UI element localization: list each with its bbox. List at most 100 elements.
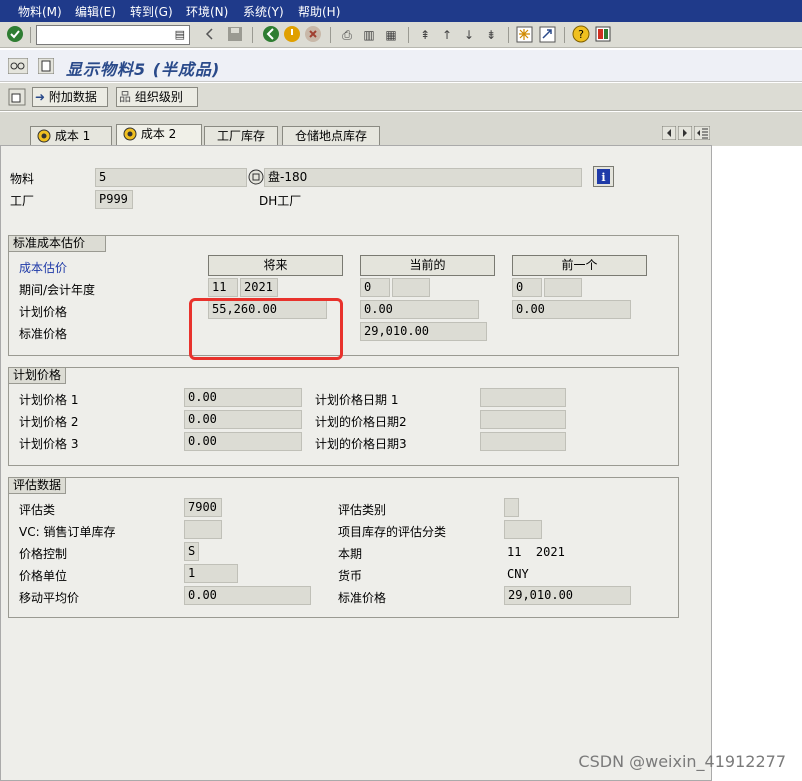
exit-icon[interactable] — [283, 25, 301, 43]
planned-price-label: 计划价格 — [19, 305, 68, 319]
last-page-icon[interactable]: ⇟ — [482, 26, 500, 44]
command-field[interactable]: ▤ — [36, 25, 190, 45]
menu-goto[interactable]: 转到(G) — [130, 3, 173, 20]
tab-scroll-left-icon[interactable] — [662, 126, 676, 140]
collapse-arrow-icon[interactable] — [204, 27, 214, 41]
menu-help[interactable]: 帮助(H) — [298, 3, 340, 20]
price-unit-field[interactable]: 1 — [184, 564, 238, 583]
tab-storage-location-stock-label: 仓储地点库存 — [295, 129, 368, 143]
page-title: 显示物料5 (半成品) — [66, 60, 221, 79]
previous-period-field[interactable]: 0 — [512, 278, 542, 297]
next-page-icon[interactable]: ↓ — [460, 26, 478, 44]
help-icon[interactable]: ? — [572, 25, 590, 43]
planned-price-3-label: 计划价格 3 — [19, 437, 79, 451]
save-icon[interactable] — [226, 25, 244, 43]
back-icon[interactable] — [262, 25, 280, 43]
price-unit-label: 价格单位 — [19, 569, 68, 583]
tab-cost-1-label: 成本 1 — [54, 129, 91, 143]
previous-button[interactable]: 前一个 — [512, 255, 647, 276]
valuation-class-label: 评估类 — [19, 503, 56, 517]
planned-price-date-2-field[interactable] — [480, 410, 566, 429]
cancel-icon[interactable] — [304, 25, 322, 43]
current-year-field[interactable] — [392, 278, 430, 297]
tab-plant-stock-label: 工厂库存 — [217, 129, 266, 143]
current-standard-price-field[interactable]: 29,010.00 — [360, 322, 487, 341]
document-icon[interactable] — [38, 58, 54, 74]
tab-cost-2[interactable]: 成本 2 — [116, 124, 202, 147]
new-session-icon[interactable] — [516, 26, 533, 43]
standard-price-label: 标准价格 — [19, 327, 68, 341]
planned-prices-title: 计划价格 — [8, 367, 66, 384]
currency-value: CNY — [507, 567, 529, 581]
previous-page-icon[interactable]: ↑ — [438, 26, 456, 44]
current-planned-price-field[interactable]: 0.00 — [360, 300, 479, 319]
hierarchy-icon: 品 — [119, 90, 132, 104]
info-icon[interactable]: i — [593, 166, 614, 187]
valuation-data-title: 评估数据 — [8, 477, 66, 494]
menu-material[interactable]: 物料(M) — [18, 3, 62, 20]
previous-year-field[interactable] — [544, 278, 582, 297]
planned-price-date-3-field[interactable] — [480, 432, 566, 451]
create-icon[interactable] — [8, 88, 26, 106]
display-glasses-icon[interactable] — [8, 58, 28, 74]
std-cost-estimate-title: 标准成本估价 — [8, 235, 106, 252]
valuation-standard-price-label: 标准价格 — [338, 591, 387, 605]
watermark: CSDN @weixin_41912277 — [578, 752, 786, 771]
planned-price-date-3-label: 计划的价格日期3 — [315, 437, 407, 451]
plant-field[interactable]: P999 — [95, 190, 133, 209]
tab-strip: 成本 1 成本 2 工厂库存 仓储地点库存 — [0, 112, 802, 147]
vc-sales-order-stock-label: VC: 销售订单库存 — [19, 525, 116, 539]
planned-price-1-field[interactable]: 0.00 — [184, 388, 302, 407]
cost-icon — [123, 127, 137, 141]
arrow-right-icon: ➜ — [35, 90, 46, 104]
previous-planned-price-field[interactable]: 0.00 — [512, 300, 631, 319]
project-stock-valuation-field[interactable] — [504, 520, 542, 539]
tab-cost-1[interactable]: 成本 1 — [30, 126, 112, 146]
planned-price-2-field[interactable]: 0.00 — [184, 410, 302, 429]
org-levels-button[interactable]: 品 组织级别 — [116, 87, 198, 107]
svg-text:i: i — [601, 171, 605, 184]
valuation-standard-price-field[interactable]: 29,010.00 — [504, 586, 631, 605]
future-year-field[interactable]: 2021 — [240, 278, 278, 297]
menu-edit[interactable]: 编辑(E) — [75, 3, 116, 20]
enter-check-icon[interactable] — [6, 25, 24, 43]
tab-storage-location-stock[interactable]: 仓储地点库存 — [282, 126, 380, 146]
find-icon[interactable]: ▥ — [360, 26, 378, 44]
moving-avg-price-field[interactable]: 0.00 — [184, 586, 311, 605]
price-control-field[interactable]: S — [184, 542, 199, 561]
valuation-category-field[interactable] — [504, 498, 519, 517]
tab-plant-stock[interactable]: 工厂库存 — [204, 126, 278, 146]
planned-price-date-2-label: 计划的价格日期2 — [315, 415, 407, 429]
tab-list-icon[interactable] — [694, 126, 710, 140]
additional-data-label: 附加数据 — [48, 90, 97, 104]
menu-system[interactable]: 系统(Y) — [243, 3, 284, 20]
plant-description: DH工厂 — [259, 194, 302, 208]
currency-label: 货币 — [338, 569, 363, 583]
tab-cost-2-label: 成本 2 — [140, 127, 177, 141]
find-next-icon[interactable]: ▦ — [382, 26, 400, 44]
svg-text:?: ? — [578, 28, 584, 41]
layout-menu-icon[interactable] — [594, 25, 612, 43]
additional-data-button[interactable]: ➜ 附加数据 — [32, 87, 108, 107]
material-field[interactable]: 5 — [95, 168, 247, 187]
current-button[interactable]: 当前的 — [360, 255, 495, 276]
future-button[interactable]: 将来 — [208, 255, 343, 276]
shortcut-icon[interactable] — [539, 26, 556, 43]
future-period-field[interactable]: 11 — [208, 278, 238, 297]
planned-price-date-1-field[interactable] — [480, 388, 566, 407]
application-toolbar: ➜ 附加数据 品 组织级别 — [0, 83, 802, 111]
first-page-icon[interactable]: ⇞ — [416, 26, 434, 44]
planned-price-1-label: 计划价格 1 — [19, 393, 79, 407]
tab-scroll-right-icon[interactable] — [678, 126, 692, 140]
menu-environment[interactable]: 环境(N) — [186, 3, 228, 20]
valuation-category-label: 评估类别 — [338, 503, 387, 517]
title-bar: 显示物料5 (半成品) — [0, 50, 802, 82]
command-dropdown-icon[interactable]: ▤ — [175, 28, 185, 41]
current-period-field[interactable]: 0 — [360, 278, 390, 297]
material-description-field[interactable]: 盘-180 — [264, 168, 582, 187]
long-text-icon[interactable] — [248, 169, 264, 185]
planned-price-3-field[interactable]: 0.00 — [184, 432, 302, 451]
print-icon[interactable]: ⎙ — [338, 26, 356, 44]
vc-sales-order-stock-field[interactable] — [184, 520, 222, 539]
valuation-class-field[interactable]: 7900 — [184, 498, 222, 517]
